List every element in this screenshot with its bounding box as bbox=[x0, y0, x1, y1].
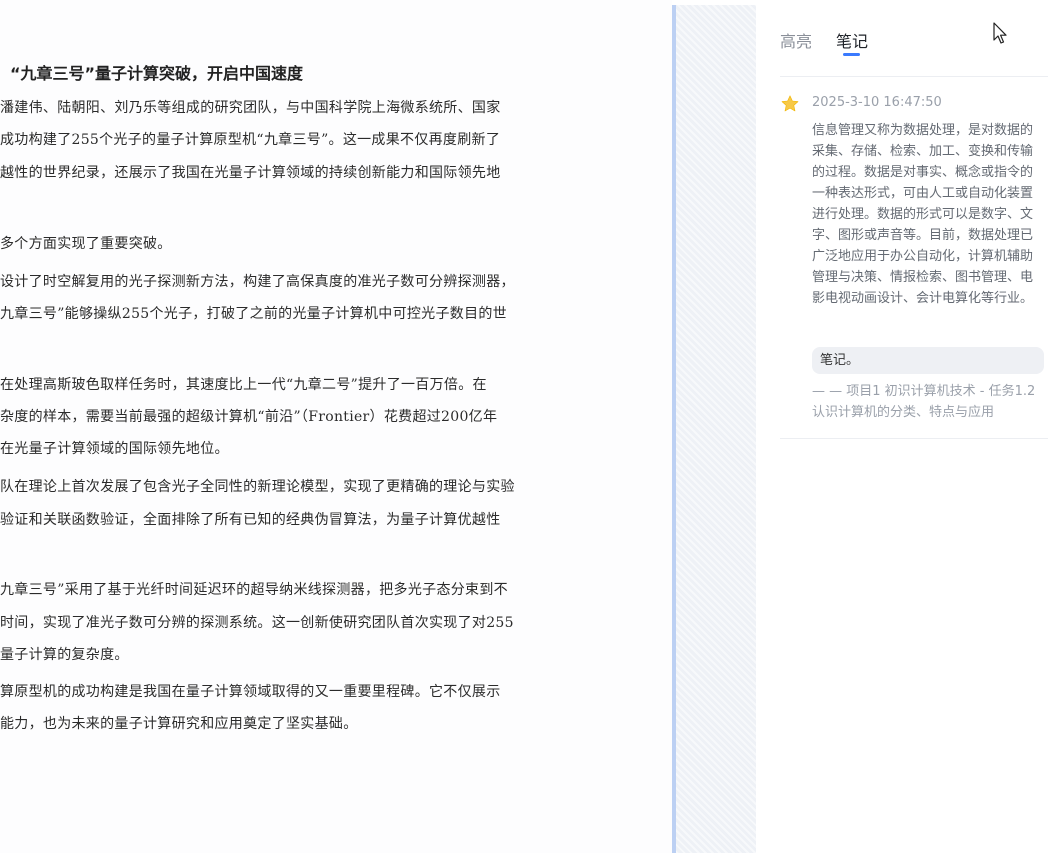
active-tab-indicator bbox=[843, 53, 860, 56]
notes-panel: 高亮 笔记 2025-3-10 16:47:50 信息管理又称为数据处理，是对数… bbox=[756, 0, 1056, 853]
article-line: 量子计算的复杂度。 bbox=[0, 647, 129, 663]
article-line: 在处理高斯玻色取样任务时，其速度比上一代“九章二号”提升了一百万倍。在 bbox=[0, 377, 487, 393]
article-line: 杂度的样本，需要当前最强的超级计算机“前沿”（Frontier）花费超过200亿… bbox=[0, 409, 498, 425]
cursor-icon bbox=[993, 22, 1007, 44]
article-line: 在光量子计算领域的国际领先地位。 bbox=[0, 441, 229, 457]
article-line: 算原型机的成功构建是我国在量子计算领域取得的又一重要里程碑。它不仅展示 bbox=[0, 684, 501, 700]
article-line: 队在理论上首次发展了包含光子全同性的新理论模型，实现了更精确的理论与实验 bbox=[0, 479, 515, 495]
article-line: 多个方面实现了重要突破。 bbox=[0, 236, 172, 252]
note-content: 信息管理又称为数据处理，是对数据的采集、存储、检索、加工、变换和传输的过程。数据… bbox=[812, 123, 1034, 306]
tab-notes[interactable]: 笔记 bbox=[836, 30, 868, 54]
note-divider bbox=[780, 438, 1048, 439]
article-line: 时间，实现了准光子数可分辨的探测系统。这一创新使研究团队首次实现了对255 bbox=[0, 615, 514, 631]
panel-gutter bbox=[676, 5, 756, 853]
article-line: 越性的世界纪录，还展示了我国在光量子计算领域的持续创新能力和国际领先地 bbox=[0, 165, 501, 181]
tabs-divider bbox=[780, 76, 1048, 77]
note-source-link[interactable]: — — 项目1 初识计算机技术 - 任务1.2 认识计算机的分类、特点与应用 bbox=[812, 381, 1038, 423]
article-line: 设计了时空解复用的光子探测新方法，构建了高保真度的准光子数可分辨探测器， bbox=[0, 274, 515, 290]
note-comment[interactable]: 笔记。 bbox=[812, 347, 1044, 374]
tab-highlights[interactable]: 高亮 bbox=[780, 30, 812, 54]
article-title: “九章三号”量子计算突破，开启中国速度 bbox=[10, 64, 304, 83]
article-line: 成功构建了255个光子的量子计算原型机“九章三号”。这一成果不仅再度刷新了 bbox=[0, 132, 501, 148]
star-icon[interactable] bbox=[780, 94, 800, 114]
article-line: 九章三号”采用了基于光纤时间延迟环的超导纳米线探测器，把多光子态分束到不 bbox=[0, 582, 508, 598]
article-line: 九章三号”能够操纵255个光子，打破了之前的光量子计算机中可控光子数目的世 bbox=[0, 306, 507, 322]
note-timestamp: 2025-3-10 16:47:50 bbox=[812, 95, 942, 110]
article-line: 能力，也为未来的量子计算研究和应用奠定了坚实基础。 bbox=[0, 716, 358, 732]
document-reader: “九章三号”量子计算突破，开启中国速度 潘建伟、陆朝阳、刘乃乐等组成的研究团队，… bbox=[0, 0, 672, 853]
article-line: 潘建伟、陆朝阳、刘乃乐等组成的研究团队，与中国科学院上海微系统所、国家 bbox=[0, 100, 501, 116]
article-line: 验证和关联函数验证，全面排除了所有已知的经典伪冒算法，为量子计算优越性 bbox=[0, 512, 501, 528]
